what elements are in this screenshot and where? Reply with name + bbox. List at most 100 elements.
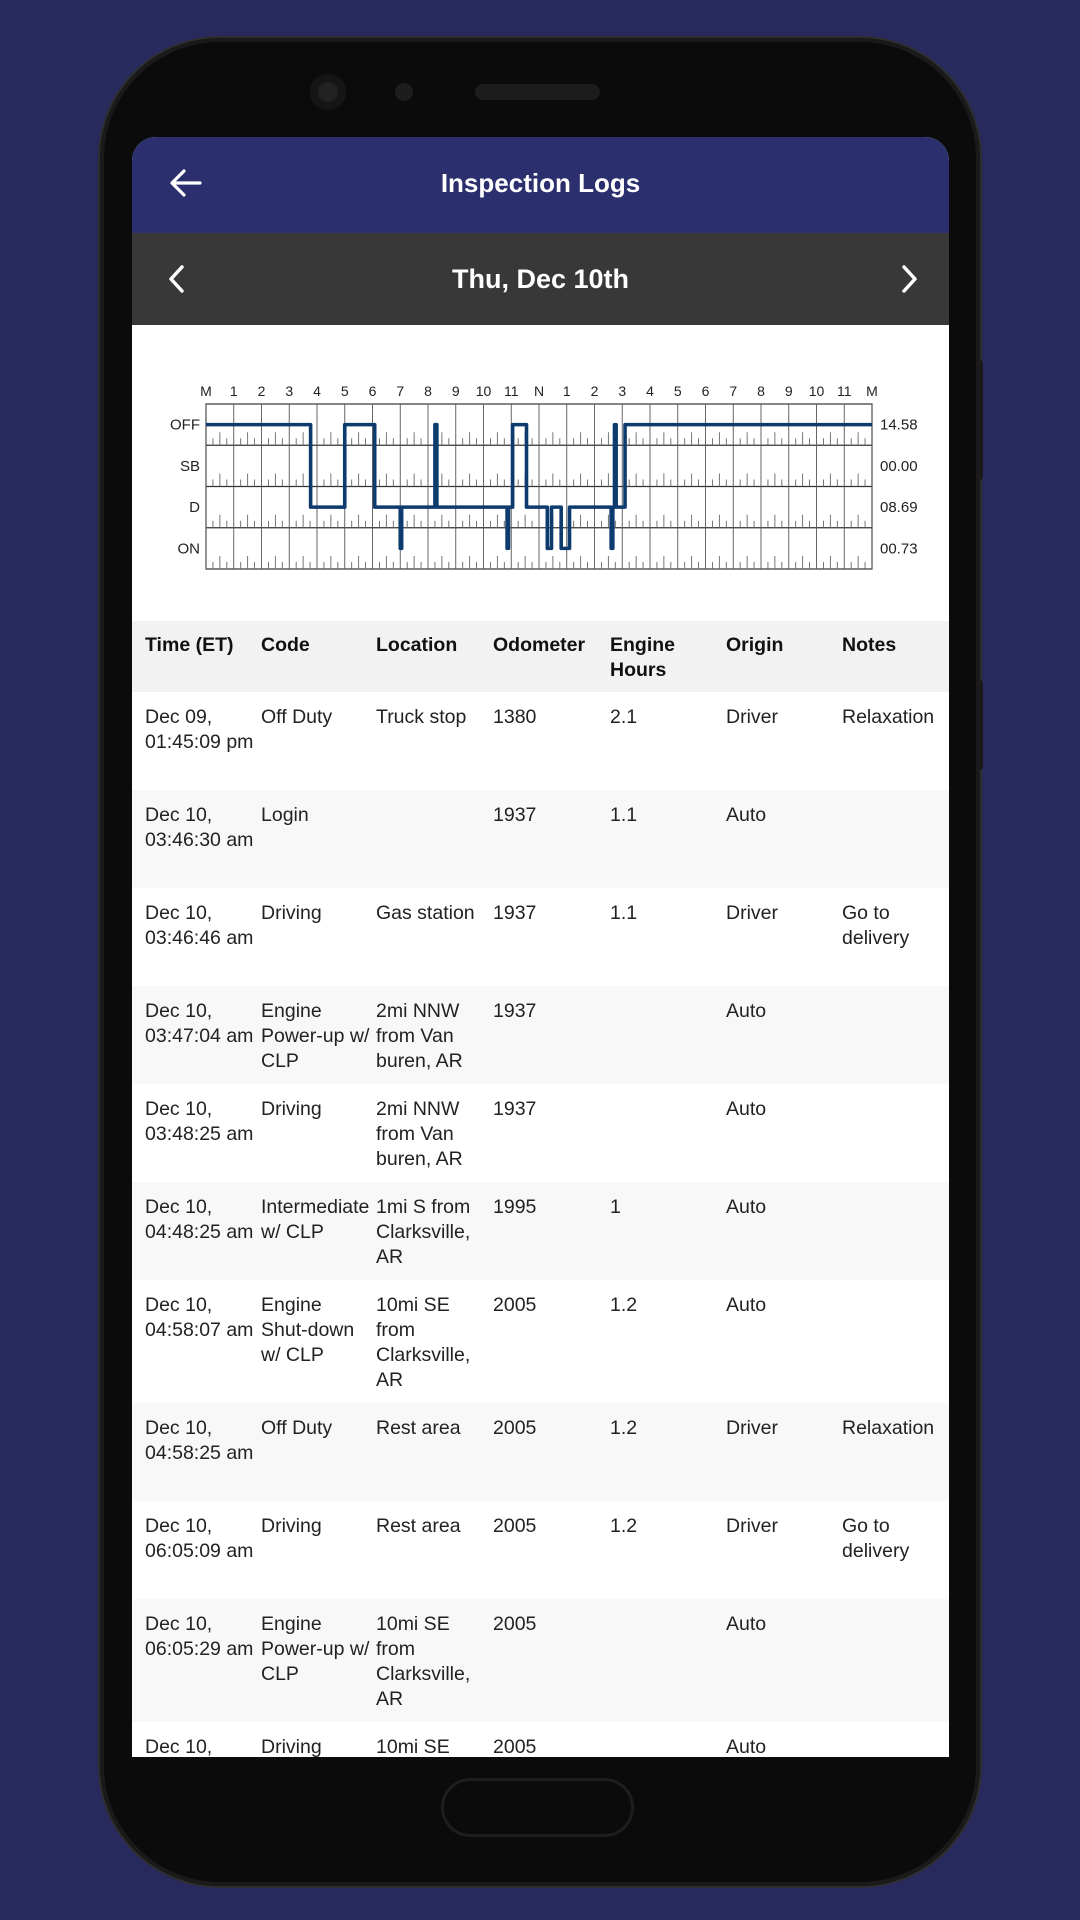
cell-origin: Auto	[726, 1196, 767, 1218]
cell-origin: Auto	[726, 1294, 767, 1316]
cell-origin: Auto	[726, 1098, 767, 1120]
hour-label: M	[200, 383, 212, 399]
hour-label: 9	[452, 383, 460, 399]
log-table: Dec 09, 01:45:09 pm Off Duty Truck stop 138…	[132, 692, 949, 1757]
cell-time: Dec 10, 06:05:29 am	[145, 1613, 254, 1660]
hour-label: 10	[476, 383, 492, 399]
cell-code: Engine Shut-down w/ CLP	[261, 1294, 355, 1366]
cell-location: 2mi NNW from Van buren, AR	[376, 1000, 463, 1072]
cell-location: 2mi NNW from Van buren, AR	[376, 1098, 463, 1170]
table-row[interactable]: Dec 10, 06:05:29 am Engine Power-up w/ CL…	[132, 1599, 949, 1722]
cell-time: Dec 10, 03:46:30 am	[145, 804, 254, 851]
cell-location: 1mi S from Clarksville, AR	[376, 1196, 471, 1268]
cell-notes: Relaxation	[842, 706, 935, 728]
cell-engine-hours: 1.2	[610, 1294, 638, 1316]
cell-engine-hours: 2.1	[610, 706, 638, 728]
status-label-d: D	[189, 499, 200, 516]
hour-label: 4	[646, 383, 654, 399]
table-row[interactable]: Dec 10, 03:47:04 am Engine Power-up w/ CL…	[132, 986, 949, 1084]
cell-location: 10mi SE from Clarksville, AR	[376, 1613, 471, 1710]
duty-status-graph: M 1 2 3 4 5 6 7 8 9 10 11 N 1 2 3 4 5 6 7 8 9 10 11 M OFF 14.58 SB 0…	[170, 383, 918, 570]
table-row[interactable]: Dec 10, 06:05:09 am Driving Rest area 2005 1…	[132, 1501, 949, 1599]
sensor-icon	[395, 83, 413, 101]
status-total-d: 08.69	[880, 499, 918, 516]
cell-engine-hours: 1	[610, 1196, 621, 1218]
cell-engine-hours: 1.1	[610, 902, 638, 924]
table-row[interactable]: Dec 10, 03:46:30 am Login 1937 1.1 Auto	[132, 790, 949, 888]
cell-engine-hours: 1.1	[610, 804, 638, 826]
cell-code: Login	[261, 804, 309, 826]
cell-odometer: 1937	[493, 902, 537, 924]
hour-label: 10	[809, 383, 825, 399]
status-label-off: OFF	[170, 417, 200, 434]
cell-odometer: 1380	[493, 706, 537, 728]
cell-origin: Auto	[726, 1613, 767, 1635]
hour-label: 9	[785, 383, 793, 399]
chevron-right-icon[interactable]	[894, 261, 924, 297]
hour-label: 7	[396, 383, 404, 399]
cell-origin: Auto	[726, 1736, 767, 1757]
table-header: Time (ET) Code Location Odometer Engine Hour…	[132, 621, 949, 692]
hour-label: 11	[837, 383, 852, 399]
cell-location: 10mi SE	[376, 1736, 450, 1757]
cell-code: Off Duty	[261, 1417, 333, 1439]
cell-odometer: 1937	[493, 1098, 537, 1120]
hour-label: M	[866, 383, 878, 399]
table-row[interactable]: Dec 10, 04:58:25 am Off Duty Rest area 2005…	[132, 1403, 949, 1501]
status-label-sb: SB	[180, 458, 200, 475]
app-bar: Inspection Logs	[132, 137, 949, 233]
cell-time: Dec 09, 01:45:09 pm	[145, 706, 254, 753]
table-row[interactable]: Dec 10, 03:46:46 am Driving Gas station 193…	[132, 888, 949, 986]
hour-label: 8	[757, 383, 765, 399]
cell-notes: Relaxation	[842, 1417, 935, 1439]
cell-code: Driving	[261, 902, 322, 924]
status-total-on: 00.73	[880, 540, 918, 557]
cell-code: Driving	[261, 1098, 322, 1120]
table-row[interactable]: Dec 10, 03:48:25 am Driving 2mi NNW from V…	[132, 1084, 949, 1182]
cell-time: Dec 10, 03:47:04 am	[145, 1000, 254, 1047]
hour-label: 4	[313, 383, 321, 399]
column-header-engine-hours: Engine Hours	[610, 634, 676, 681]
power-button	[977, 680, 983, 770]
column-header-location: Location	[376, 634, 458, 656]
hour-label: 6	[702, 383, 710, 399]
table-row[interactable]: Dec 10, 04:58:07 am Engine Shut-down w/ C…	[132, 1280, 949, 1403]
cell-time: Dec 10, 04:48:25 am	[145, 1196, 254, 1243]
page-title: Inspection Logs	[440, 168, 641, 198]
cell-code: Driving	[261, 1515, 322, 1537]
table-row[interactable]: Dec 10, Driving 10mi SE 2005 Auto	[132, 1722, 949, 1757]
cell-location: Gas station	[376, 902, 475, 924]
cell-origin: Driver	[726, 706, 778, 728]
cell-engine-hours: 1.2	[610, 1417, 638, 1439]
cell-origin: Auto	[726, 1000, 767, 1022]
cell-time: Dec 10, 04:58:07 am	[145, 1294, 254, 1341]
cell-origin: Driver	[726, 902, 778, 924]
cell-odometer: 1937	[493, 1000, 537, 1022]
hour-label: 2	[591, 383, 599, 399]
speaker-grille	[475, 84, 600, 100]
hour-label: 7	[729, 383, 737, 399]
cell-engine-hours: 1.2	[610, 1515, 638, 1537]
cell-odometer: 2005	[493, 1613, 537, 1635]
hour-label: 11	[504, 383, 519, 399]
hour-label: 5	[674, 383, 682, 399]
current-date: Thu, Dec 10th	[451, 264, 630, 294]
table-row[interactable]: Dec 10, 04:48:25 am Intermediate w/ CLP 1m…	[132, 1182, 949, 1280]
cell-location: Truck stop	[376, 706, 467, 728]
date-navigator: Thu, Dec 10th	[132, 233, 949, 325]
cell-time: Dec 10, 06:05:09 am	[145, 1515, 254, 1562]
hour-label: 3	[285, 383, 293, 399]
cell-location: Rest area	[376, 1515, 461, 1537]
cell-notes: Go to delivery	[842, 1515, 910, 1562]
hour-label: 8	[424, 383, 432, 399]
table-row[interactable]: Dec 09, 01:45:09 pm Off Duty Truck stop 138…	[132, 692, 949, 790]
cell-origin: Auto	[726, 804, 767, 826]
hour-label: 5	[341, 383, 349, 399]
cell-code: Engine Power-up w/ CLP	[261, 1000, 370, 1072]
cell-time: Dec 10, 03:46:46 am	[145, 902, 254, 949]
home-button[interactable]	[441, 1778, 634, 1837]
cell-odometer: 2005	[493, 1736, 537, 1757]
cell-odometer: 1937	[493, 804, 537, 826]
cell-code: Intermediate w/ CLP	[261, 1196, 370, 1243]
column-header-odometer: Odometer	[493, 634, 586, 656]
